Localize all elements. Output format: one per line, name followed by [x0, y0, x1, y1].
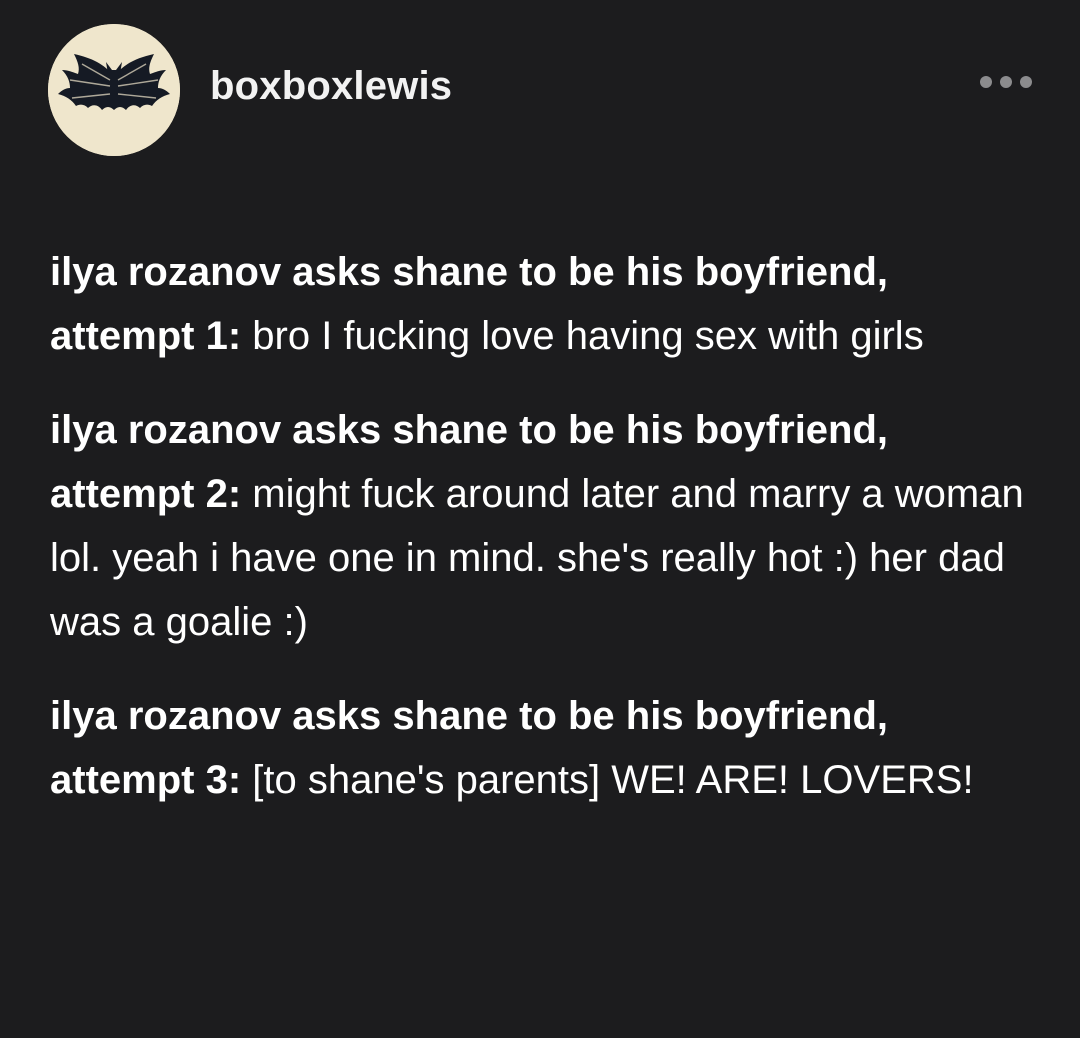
- username[interactable]: boxboxlewis: [210, 64, 452, 109]
- post-header: boxboxlewis: [48, 22, 1048, 158]
- bat-icon: [48, 24, 180, 156]
- more-options-icon-dot: [1020, 76, 1032, 88]
- more-options-icon-dot: [1000, 76, 1012, 88]
- post-body: ilya rozanov asks shane to be his boyfri…: [50, 240, 1040, 842]
- avatar[interactable]: [48, 24, 180, 156]
- post-card: boxboxlewis ilya rozanov asks shane to b…: [0, 0, 1080, 1038]
- post-paragraph-2: ilya rozanov asks shane to be his boyfri…: [50, 398, 1040, 654]
- more-options-button[interactable]: [980, 68, 1032, 96]
- post-paragraph-3: ilya rozanov asks shane to be his boyfri…: [50, 684, 1040, 812]
- paragraph-text: bro I fucking love having sex with girls: [252, 314, 924, 358]
- more-options-icon: [980, 76, 992, 88]
- paragraph-text: [to shane's parents] WE! ARE! LOVERS!: [252, 758, 974, 802]
- post-paragraph-1: ilya rozanov asks shane to be his boyfri…: [50, 240, 1040, 368]
